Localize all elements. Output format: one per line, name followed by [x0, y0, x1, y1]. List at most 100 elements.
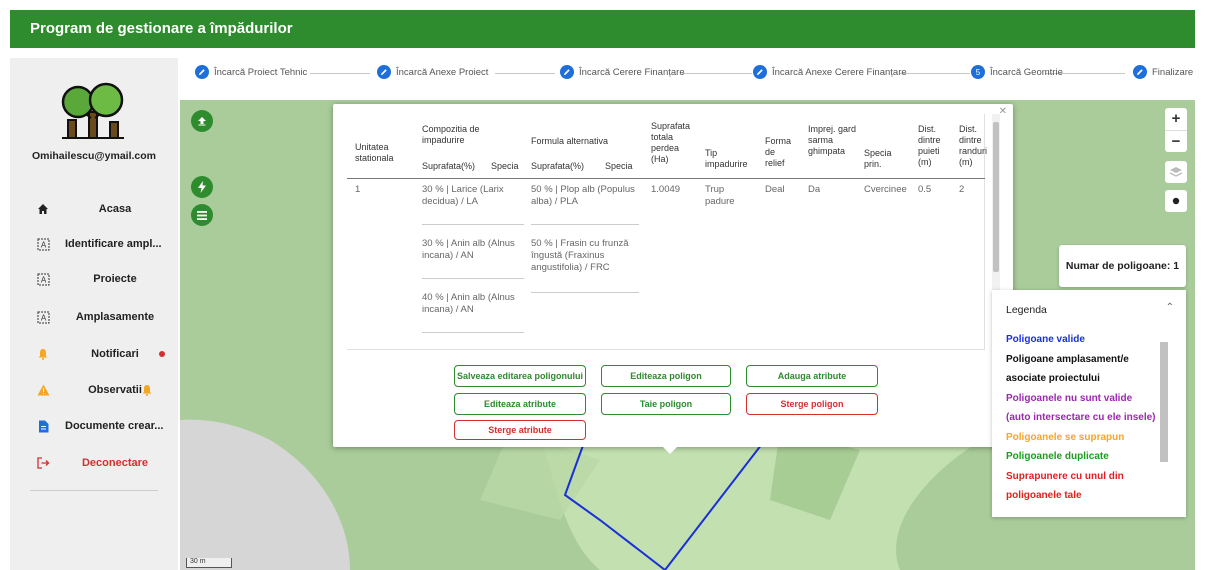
chevron-up-icon[interactable]: ⌃: [1166, 302, 1174, 313]
sidebar-item-proiecte[interactable]: A Proiecte: [10, 266, 178, 292]
sidebar: Omihailescu@ymail.com Acasa A Identifica…: [10, 58, 178, 570]
cell-specia-prin: Cvercinee: [864, 184, 907, 195]
draw-point-button[interactable]: [1165, 190, 1187, 212]
user-email: Omihailescu@ymail.com: [31, 150, 157, 162]
cell-compozitia-2: 30 % | Anin alb (Alnus incana) / AN: [422, 238, 515, 261]
edit-attributes-button[interactable]: Editeaza atribute: [454, 393, 586, 415]
col-header-imprej: Imprej. gard sarma ghimpata: [808, 124, 857, 156]
sidebar-item-label: Notificari: [91, 348, 139, 360]
step-proiect-tehnic[interactable]: Încarcă Proiect Tehnic: [195, 65, 307, 79]
legend-list: Poligoane valide Poligoane amplasament/e…: [1006, 330, 1156, 506]
cell-unitatea: 1: [355, 184, 361, 195]
svg-text:A: A: [40, 240, 46, 249]
sidebar-item-label: Acasa: [98, 203, 132, 215]
svg-text:A: A: [40, 275, 46, 284]
step-label: Încarcă Proiect Tehnic: [214, 66, 308, 78]
sidebar-item-label: Proiecte: [93, 273, 137, 285]
cell-compozitia-1: 30 % | Larice (Larix decidua) / LA: [422, 184, 504, 207]
cell-imprej: Da: [808, 184, 821, 195]
step-connector: [682, 73, 752, 74]
delete-attributes-button[interactable]: Sterge atribute: [454, 420, 586, 440]
col-header-formula: Formula alternativa: [531, 136, 609, 146]
edit-pencil-icon: [377, 65, 391, 79]
layers-button[interactable]: [1165, 161, 1187, 183]
map-select-icon: A: [36, 237, 50, 251]
step-connector: [495, 73, 555, 74]
step-anexe-proiect[interactable]: Încarcă Anexe Proiect: [377, 65, 488, 79]
list-icon: [197, 210, 207, 220]
zoom-in-button[interactable]: +: [1165, 108, 1187, 130]
step-anexe-cerere[interactable]: Încarcă Anexe Cerere Finanțare: [753, 65, 907, 79]
col-header-specia: Specia: [491, 161, 519, 171]
list-button[interactable]: [191, 204, 213, 226]
sidebar-item-label: Amplasamente: [75, 311, 155, 323]
map-select-icon: A: [36, 272, 50, 286]
col-header-suprafata-pct: Suprafata(%): [422, 161, 476, 171]
sidebar-item-label: Documente crear...: [65, 420, 164, 432]
cell-suprafata-totala: 1.0049: [651, 184, 681, 195]
legend-item-overlap: Poligoanele se suprapun: [1006, 431, 1125, 443]
attributes-table: Unitatea stationala Compozitia de impadu…: [347, 114, 987, 350]
polygon-attributes-popup: ✕ Unitatea stationala Compozitia de impa…: [333, 104, 1013, 447]
point-icon: [1172, 197, 1180, 205]
col-header-compozitia: Compozitia de impadurire: [422, 124, 480, 145]
app-root: Program de gestionare a împădurilor Omih…: [0, 0, 1205, 570]
sidebar-item-identificare[interactable]: A Identificare ampl...: [10, 231, 178, 257]
step-label: Încarcă Geomtrie: [990, 66, 1063, 78]
bell-icon: [141, 383, 153, 401]
legend-item-duplicate: Poligoanele duplicate: [1006, 451, 1109, 462]
sidebar-item-acasa[interactable]: Acasa: [10, 196, 178, 222]
cell-formula-1: 50 % | Plop alb (Populus alba) / PLA: [531, 184, 635, 207]
logout-icon: [36, 456, 50, 470]
legend-item-valid: Poligoane valide: [1006, 334, 1085, 345]
map-select-icon: A: [36, 310, 50, 324]
step-finalizare[interactable]: Finalizare: [1133, 65, 1193, 79]
home-icon: [36, 202, 50, 216]
sidebar-item-label: Identificare ampl...: [65, 238, 162, 250]
step-connector: [900, 73, 970, 74]
app-title: Program de gestionare a împădurilor: [30, 20, 293, 37]
lightning-icon: [198, 181, 206, 193]
edit-polygon-button[interactable]: Editeaza poligon: [601, 365, 731, 387]
step-label: Finalizare: [1152, 66, 1194, 78]
forest-logo-icon: [61, 82, 124, 139]
legend-scrollbar[interactable]: [1160, 336, 1168, 506]
sidebar-item-label: Deconectare: [81, 457, 149, 469]
sidebar-item-amplasamente[interactable]: A Amplasamente: [10, 304, 178, 330]
cell-forma: Deal: [765, 184, 785, 195]
add-attribute-button[interactable]: Adauga atribute: [746, 365, 878, 387]
zoom-out-button[interactable]: −: [1165, 130, 1187, 152]
col-header-forma: Forma de relief: [765, 136, 792, 168]
quick-action-button[interactable]: [191, 176, 213, 198]
step-label: Încarcă Cerere Finanțare: [579, 66, 685, 78]
upload-button[interactable]: [191, 110, 213, 132]
col-header-tip: Tip impadurire: [705, 148, 748, 169]
step-cerere-finantare[interactable]: Încarcă Cerere Finanțare: [560, 65, 685, 79]
cut-polygon-button[interactable]: Taie poligon: [601, 393, 731, 415]
step-label: Încarcă Anexe Proiect: [396, 66, 489, 78]
notification-dot: [159, 351, 165, 357]
sidebar-item-observatii[interactable]: Observatii: [10, 377, 178, 403]
cell-dist-puieti: 0.5: [918, 184, 932, 195]
save-polygon-edit-button[interactable]: Salveaza editarea poligonului: [454, 365, 586, 387]
edit-pencil-icon: [195, 65, 209, 79]
legend-item-self-overlap: Suprapunere cu unul din poligoanele tale: [1006, 470, 1124, 502]
step-number: 5: [971, 65, 985, 79]
col-header-suprafata-totala: Suprafata totala perdea (Ha): [651, 121, 691, 164]
layers-icon: [1169, 167, 1183, 177]
sidebar-item-notificari[interactable]: Notificari: [10, 341, 178, 367]
sidebar-item-documente[interactable]: Documente crear...: [10, 413, 178, 439]
edit-pencil-icon: [560, 65, 574, 79]
zoom-control: + −: [1165, 108, 1187, 152]
col-header-suprafata-pct-alt: Suprafata(%): [531, 161, 585, 171]
app-title-bar: Program de gestionare a împădurilor: [10, 10, 1195, 48]
sidebar-item-deconectare[interactable]: Deconectare: [10, 450, 178, 476]
delete-polygon-button[interactable]: Sterge poligon: [746, 393, 878, 415]
col-header-specia-prin: Specia prin.: [864, 148, 892, 169]
cell-tip: Trup padure: [705, 184, 735, 207]
map-scale: 30 m: [186, 558, 232, 568]
legend-item-amplasament: Poligoane amplasament/e asociate proiect…: [1006, 353, 1129, 385]
step-geometrie[interactable]: 5 Încarcă Geomtrie: [971, 65, 1063, 79]
step-connector: [310, 73, 370, 74]
col-header-dist-puieti: Dist. dintre puieti (m): [918, 124, 941, 167]
